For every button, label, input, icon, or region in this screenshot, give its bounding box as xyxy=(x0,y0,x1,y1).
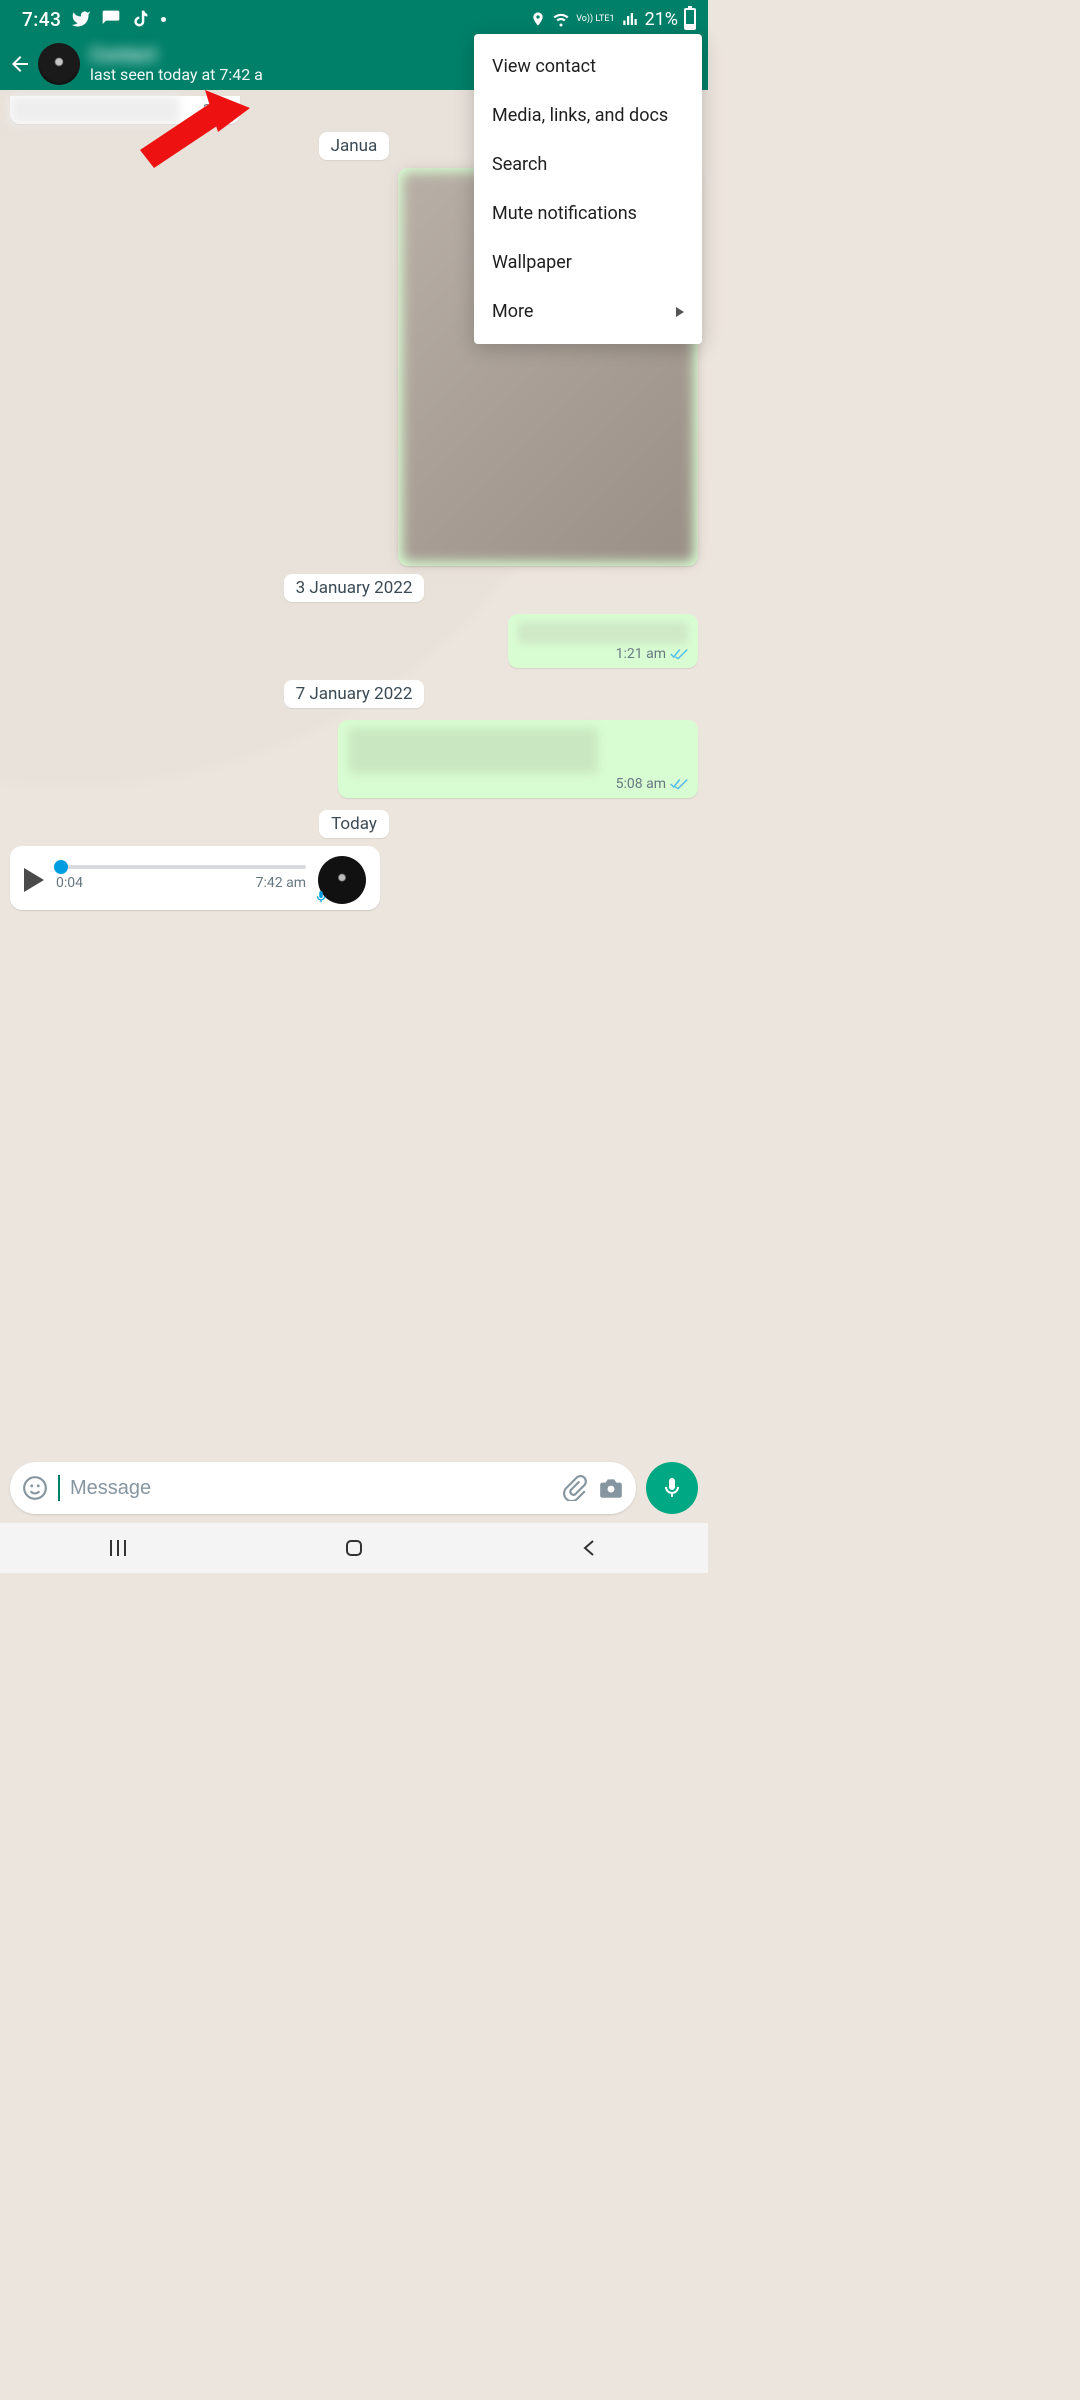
contact-avatar[interactable] xyxy=(38,43,80,85)
outgoing-message[interactable]: 1:21 am xyxy=(508,614,698,668)
message-input-container[interactable] xyxy=(10,1462,636,1514)
tiktok-icon xyxy=(131,9,151,29)
emoji-icon[interactable] xyxy=(22,1475,48,1501)
mic-button[interactable] xyxy=(646,1462,698,1514)
contact-name: Contact xyxy=(90,45,263,66)
camera-icon[interactable] xyxy=(598,1475,624,1501)
wifi-icon xyxy=(552,10,570,28)
read-ticks-icon xyxy=(670,777,688,791)
chat-title-block[interactable]: Contact last seen today at 7:42 a xyxy=(90,45,263,83)
message-text-redacted xyxy=(348,728,598,774)
menu-mute-notifications[interactable]: Mute notifications xyxy=(474,189,702,238)
last-seen: last seen today at 7:42 a xyxy=(90,66,263,84)
twitter-icon xyxy=(71,9,91,29)
menu-search[interactable]: Search xyxy=(474,140,702,189)
date-chip: 3 January 2022 xyxy=(284,574,425,602)
menu-view-contact[interactable]: View contact xyxy=(474,42,702,91)
chevron-right-icon xyxy=(676,307,684,317)
location-icon xyxy=(530,11,546,27)
menu-media-links-docs[interactable]: Media, links, and docs xyxy=(474,91,702,140)
back-nav-icon[interactable] xyxy=(578,1536,602,1560)
battery-percent: 21% xyxy=(645,9,678,30)
message-time: 7:42 am xyxy=(256,875,306,891)
read-ticks-icon xyxy=(670,647,688,661)
date-chip: Janua xyxy=(319,132,390,160)
voice-message[interactable]: 0:04 7:42 am xyxy=(10,846,380,910)
signal-icon xyxy=(621,10,639,28)
sender-avatar xyxy=(318,856,366,904)
menu-wallpaper[interactable]: Wallpaper xyxy=(474,238,702,287)
outgoing-message[interactable]: 5:08 am xyxy=(338,720,698,798)
composer-bar xyxy=(0,1453,708,1523)
message-time: 5:08 am xyxy=(616,776,666,792)
lte-indicator: Vo)) LTE1 xyxy=(576,15,614,24)
mic-icon xyxy=(660,1476,684,1500)
battery-icon xyxy=(684,8,696,30)
status-clock: 7:43 xyxy=(22,8,61,31)
mic-icon xyxy=(314,888,328,906)
voice-seekbar[interactable] xyxy=(56,865,306,869)
seekbar-thumb[interactable] xyxy=(54,860,68,874)
text-caret xyxy=(58,1475,60,1501)
message-input[interactable] xyxy=(70,1477,552,1500)
overflow-menu: View contact Media, links, and docs Sear… xyxy=(474,34,702,344)
system-nav-bar xyxy=(0,1523,708,1573)
annotation-arrow xyxy=(140,90,250,170)
date-chip: Today xyxy=(319,810,389,838)
attach-icon[interactable] xyxy=(562,1475,588,1501)
back-icon[interactable] xyxy=(8,52,32,76)
chat-icon xyxy=(101,9,121,29)
message-time: 1:21 am xyxy=(616,646,666,662)
message-text-redacted xyxy=(518,622,688,644)
status-bar: 7:43 Vo)) LTE1 21% xyxy=(0,0,708,38)
play-button[interactable] xyxy=(24,868,44,892)
date-chip: 7 January 2022 xyxy=(284,680,425,708)
home-icon[interactable] xyxy=(342,1536,366,1560)
voice-duration: 0:04 xyxy=(56,875,83,891)
menu-more[interactable]: More xyxy=(474,287,702,336)
status-dot-icon xyxy=(161,17,166,22)
recents-icon[interactable] xyxy=(106,1536,130,1560)
